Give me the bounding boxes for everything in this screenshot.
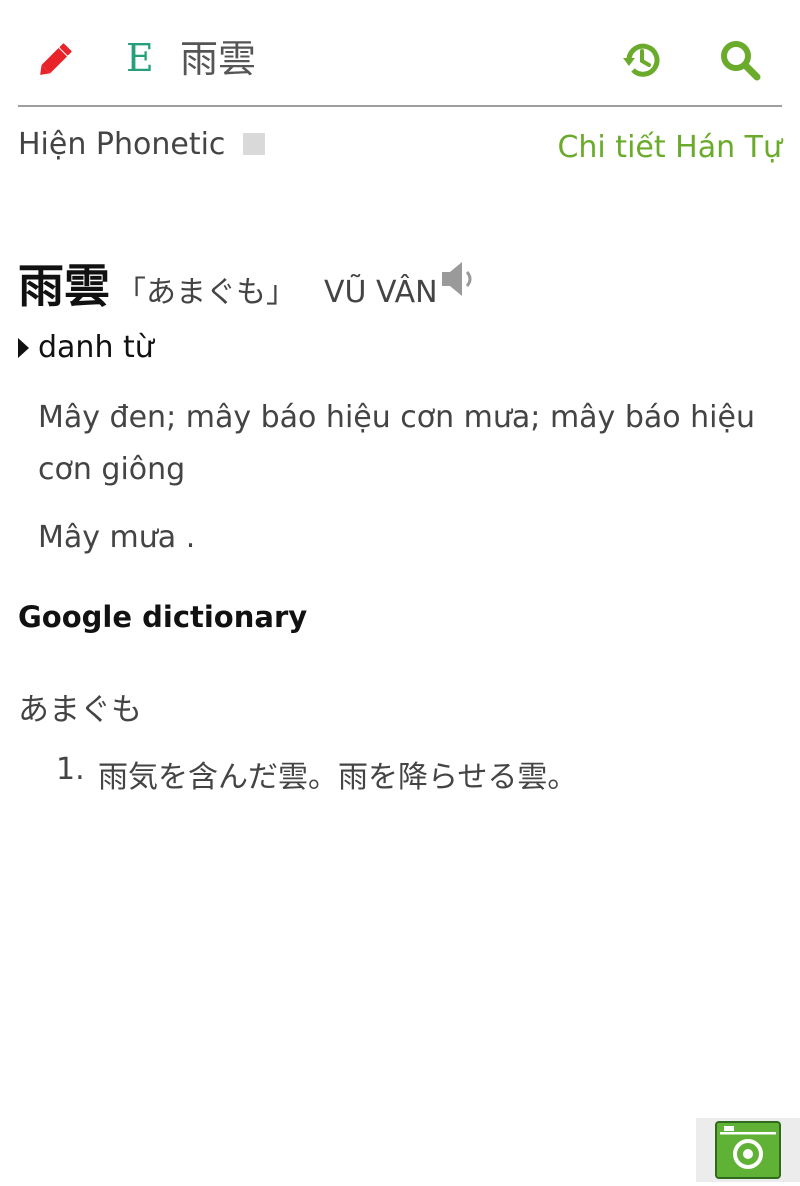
meaning-item: Mây mưa . xyxy=(38,520,196,555)
part-of-speech[interactable]: danh từ xyxy=(18,330,154,365)
entry-heading: 雨雲 「あまぐも」 VŨ VÂN xyxy=(18,250,438,313)
google-definition: 1. 雨気を含んだ雲。雨を降らせる雲。 xyxy=(56,752,577,796)
entry-han-viet: VŨ VÂN xyxy=(324,275,438,310)
header-divider xyxy=(18,105,782,107)
phonetic-label: Hiện Phonetic xyxy=(18,126,226,162)
camera-icon xyxy=(715,1121,781,1179)
kanji-detail-link[interactable]: Chi tiết Hán Tự xyxy=(557,128,782,168)
language-indicator[interactable]: E xyxy=(126,36,154,80)
definition-number: 1. xyxy=(56,752,85,787)
pencil-icon xyxy=(40,43,72,75)
definition-text: 雨気を含んだ雲。雨を降らせる雲。 xyxy=(98,760,578,795)
pronounce-button[interactable] xyxy=(440,260,480,298)
search-icon xyxy=(721,41,761,81)
history-button[interactable] xyxy=(620,38,664,82)
phonetic-checkbox[interactable] xyxy=(243,133,266,155)
entry-word: 雨雲 xyxy=(18,259,110,313)
entry-reading: 「あまぐも」 xyxy=(116,275,296,310)
google-dictionary-title: Google dictionary xyxy=(18,600,308,634)
part-of-speech-label: danh từ xyxy=(38,330,154,365)
edit-button[interactable] xyxy=(34,40,76,80)
phonetic-toggle[interactable]: Hiện Phonetic xyxy=(18,124,266,164)
top-bar: E 雨雲 xyxy=(0,0,800,108)
camera-button[interactable] xyxy=(696,1118,800,1182)
expand-arrow-icon xyxy=(18,337,29,358)
google-reading: あまぐも xyxy=(18,692,142,728)
speaker-icon xyxy=(442,262,472,296)
meaning-item: Mây đen; mây báo hiệu cơn mưa; mây báo h… xyxy=(38,400,755,487)
history-icon xyxy=(623,43,660,77)
search-word[interactable]: 雨雲 xyxy=(180,34,256,84)
search-button[interactable] xyxy=(718,38,762,82)
